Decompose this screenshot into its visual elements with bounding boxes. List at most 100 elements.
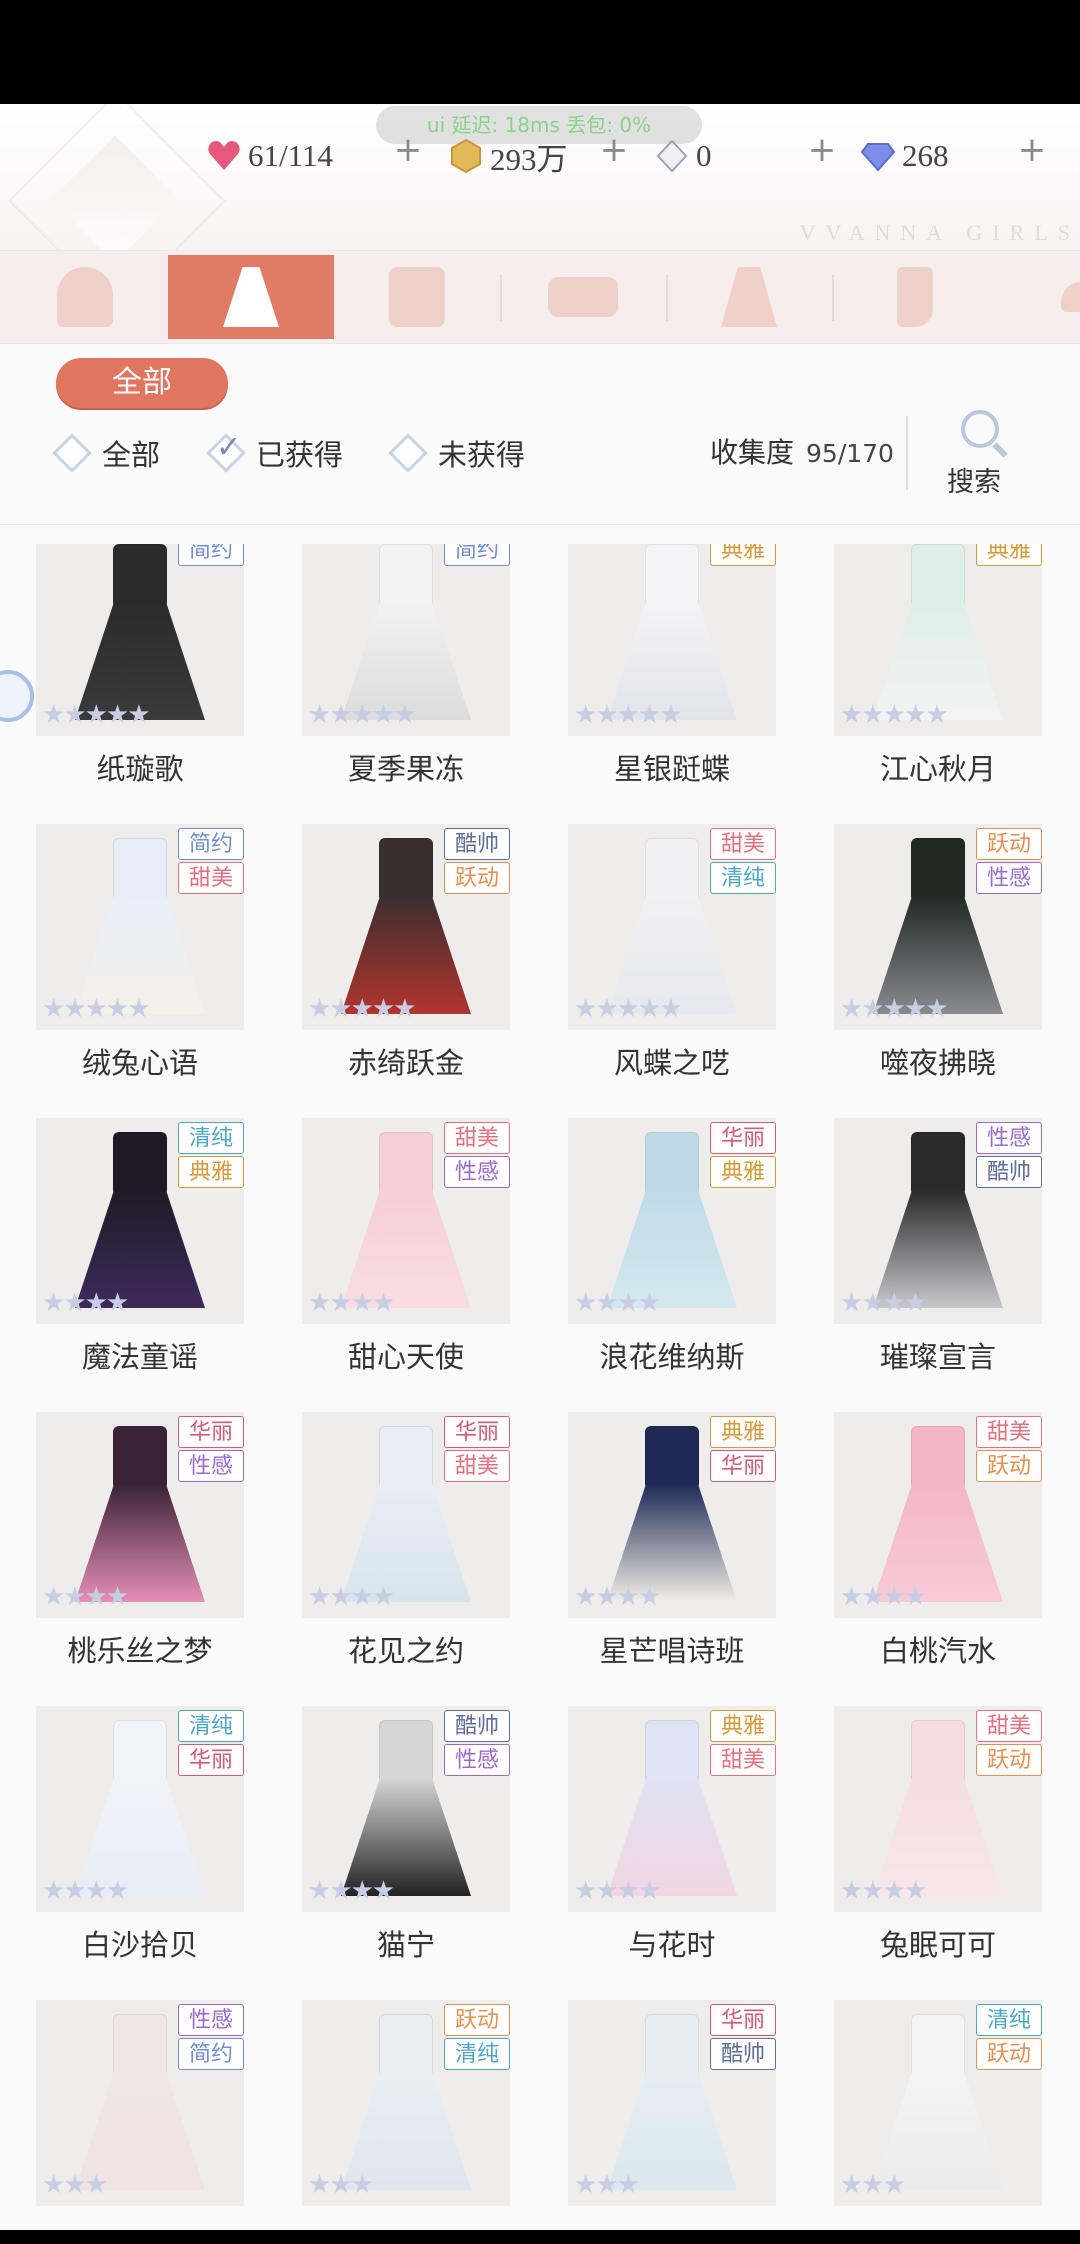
style-tag: 性感 bbox=[444, 1744, 510, 1776]
style-tag: 跃动 bbox=[444, 2004, 510, 2036]
tab-coat[interactable] bbox=[334, 255, 500, 339]
dress-bodice bbox=[645, 1720, 699, 1784]
tab-shoes[interactable] bbox=[998, 255, 1080, 339]
outfit-image: 酷帅 跃动 ★★★★★ bbox=[302, 824, 510, 1030]
dress-icon bbox=[223, 267, 279, 327]
outfit-card[interactable]: 华丽 典雅 ★★★★ 浪花维纳斯 bbox=[568, 1118, 776, 1408]
outfit-image: 酷帅 性感 ★★★★ bbox=[302, 1706, 510, 1912]
style-tag: 甜美 bbox=[976, 1416, 1042, 1448]
outfit-name: 赤绮跃金 bbox=[347, 1046, 464, 1080]
outfit-card[interactable]: 简约 ★★★★★ 纸璇歌 bbox=[36, 544, 244, 820]
tab-skirt[interactable] bbox=[666, 255, 832, 339]
outfit-image: 清纯 跃动 ★★★ bbox=[834, 2000, 1042, 2206]
outfit-card[interactable]: 典雅 ★★★★★ 江心秋月 bbox=[834, 544, 1042, 820]
coin-currency: 293万 bbox=[448, 128, 568, 184]
dress-bodice bbox=[645, 1132, 699, 1196]
outfit-image: 性感 简约 ★★★ bbox=[36, 2000, 244, 2206]
tab-top[interactable] bbox=[500, 255, 666, 339]
dress-bodice bbox=[911, 1426, 965, 1490]
outfit-card[interactable]: 酷帅 跃动 ★★★★★ 赤绮跃金 bbox=[302, 824, 510, 1114]
diamond-currency: 268 bbox=[860, 128, 949, 184]
collection-progress: 收集度 95/170 bbox=[710, 428, 894, 478]
outfit-card[interactable]: 性感 简约 ★★★ bbox=[36, 2000, 244, 2234]
star-rating: ★★★★ bbox=[840, 1876, 927, 1906]
outfit-card[interactable]: 甜美 清纯 ★★★★★ 风蝶之呓 bbox=[568, 824, 776, 1114]
filter-not-obtained-label: 未获得 bbox=[438, 438, 526, 472]
outfit-card[interactable]: 简约 甜美 ★★★★★ 绒兔心语 bbox=[36, 824, 244, 1114]
style-tag: 典雅 bbox=[976, 544, 1042, 566]
style-tag: 华丽 bbox=[710, 1450, 776, 1482]
crystal-count: 0 bbox=[696, 138, 712, 173]
tab-socks[interactable] bbox=[832, 255, 998, 339]
diamond-icon bbox=[860, 143, 896, 172]
filter-all-option[interactable]: 全部 bbox=[52, 428, 160, 478]
dress-bodice bbox=[379, 838, 433, 902]
radio-diamond-icon bbox=[52, 433, 92, 473]
outfit-card[interactable]: 清纯 跃动 ★★★ bbox=[834, 2000, 1042, 2234]
outfit-name: 风蝶之呓 bbox=[613, 1046, 730, 1080]
outfit-card[interactable]: 华丽 甜美 ★★★★ 花见之约 bbox=[302, 1412, 510, 1702]
outfit-image: 甜美 跃动 ★★★★ bbox=[834, 1706, 1042, 1912]
outfit-card[interactable]: 清纯 典雅 ★★★★ 魔法童谣 bbox=[36, 1118, 244, 1408]
dress-bodice bbox=[911, 2014, 965, 2078]
skirt-icon bbox=[721, 267, 777, 327]
add-coins-button[interactable]: + bbox=[594, 130, 634, 170]
brand-watermark: VVANNA GIRLS bbox=[799, 220, 1080, 245]
dress-bodice bbox=[379, 544, 433, 608]
outfit-card[interactable]: 典雅 ★★★★★ 星银跹蝶 bbox=[568, 544, 776, 820]
star-rating: ★★★★ bbox=[574, 1582, 661, 1612]
add-diamonds-button[interactable]: + bbox=[1012, 130, 1052, 170]
tab-dress[interactable] bbox=[168, 255, 334, 339]
style-tag: 甜美 bbox=[976, 1710, 1042, 1742]
search-button[interactable]: 搜索 bbox=[947, 404, 1010, 514]
filter-not-obtained-option[interactable]: 未获得 bbox=[388, 428, 526, 478]
dress-bodice bbox=[379, 1426, 433, 1490]
star-rating: ★★★ bbox=[840, 2170, 906, 2200]
outfit-card[interactable]: 性感 酷帅 ★★★★ 璀璨宣言 bbox=[834, 1118, 1042, 1408]
style-tag: 华丽 bbox=[710, 2004, 776, 2036]
outfit-card[interactable]: 典雅 甜美 ★★★★ 与花时 bbox=[568, 1706, 776, 1996]
outfit-card[interactable]: 甜美 跃动 ★★★★ 兔眠可可 bbox=[834, 1706, 1042, 1996]
shoes-icon bbox=[1061, 282, 1080, 312]
outfit-name: 江心秋月 bbox=[879, 752, 996, 786]
outfit-card[interactable]: 甜美 跃动 ★★★★ 白桃汽水 bbox=[834, 1412, 1042, 1702]
outfit-card[interactable]: 华丽 酷帅 ★★★ bbox=[568, 2000, 776, 2234]
subcategory-all-button[interactable]: 全部 bbox=[56, 358, 228, 408]
dress-bodice bbox=[379, 1720, 433, 1784]
outfit-card[interactable]: 跃动 性感 ★★★★★ 噬夜拂晓 bbox=[834, 824, 1042, 1114]
dress-bodice bbox=[911, 1720, 965, 1784]
outfit-image: 典雅 ★★★★★ bbox=[834, 544, 1042, 736]
star-rating: ★★★★★ bbox=[840, 994, 949, 1024]
outfit-card[interactable]: 酷帅 性感 ★★★★ 猫宁 bbox=[302, 1706, 510, 1996]
dress-bodice bbox=[113, 1426, 167, 1490]
dress-bodice bbox=[113, 1720, 167, 1784]
outfit-card[interactable]: 简约 ★★★★★ 夏季果冻 bbox=[302, 544, 510, 820]
outfit-image: 性感 酷帅 ★★★★ bbox=[834, 1118, 1042, 1324]
filter-obtained-option[interactable]: ✓ 已获得 bbox=[206, 428, 344, 478]
outfit-card[interactable]: 清纯 华丽 ★★★★ 白沙拾贝 bbox=[36, 1706, 244, 1996]
style-tag: 性感 bbox=[976, 1122, 1042, 1154]
dress-bodice bbox=[113, 1132, 167, 1196]
checkmark-icon: ✓ bbox=[216, 430, 242, 465]
style-tag: 简约 bbox=[178, 544, 244, 566]
coin-icon bbox=[451, 138, 481, 174]
style-tag: 清纯 bbox=[976, 2004, 1042, 2036]
outfit-card[interactable]: 跃动 清纯 ★★★ bbox=[302, 2000, 510, 2234]
add-hearts-button[interactable]: + bbox=[388, 130, 428, 170]
outfit-card[interactable]: 甜美 性感 ★★★★ 甜心天使 bbox=[302, 1118, 510, 1408]
filter-obtained-label: 已获得 bbox=[256, 438, 344, 472]
outfit-name: 魔法童谣 bbox=[81, 1340, 198, 1374]
tab-hair[interactable] bbox=[2, 255, 168, 339]
item-grid: 简约 ★★★★★ 纸璇歌 简约 ★★★★★ 夏季果冻 典雅 ★★★★★ 星银跹蝶 典雅 ★★★★★ 江… bbox=[0, 544, 1080, 2234]
dress-bodice bbox=[113, 838, 167, 902]
outfit-card[interactable]: 典雅 华丽 ★★★★ 星芒唱诗班 bbox=[568, 1412, 776, 1702]
outfit-card[interactable]: 华丽 性感 ★★★★ 桃乐丝之梦 bbox=[36, 1412, 244, 1702]
style-tag: 跃动 bbox=[976, 828, 1042, 860]
star-rating: ★★★★ bbox=[308, 1876, 395, 1906]
outfit-image: 甜美 跃动 ★★★★ bbox=[834, 1412, 1042, 1618]
star-rating: ★★★ bbox=[42, 2170, 108, 2200]
add-crystals-button[interactable]: + bbox=[802, 130, 842, 170]
collection-value: 95/170 bbox=[806, 439, 894, 468]
outfit-name: 夏季果冻 bbox=[347, 752, 464, 786]
star-rating: ★★★★★ bbox=[42, 700, 151, 730]
